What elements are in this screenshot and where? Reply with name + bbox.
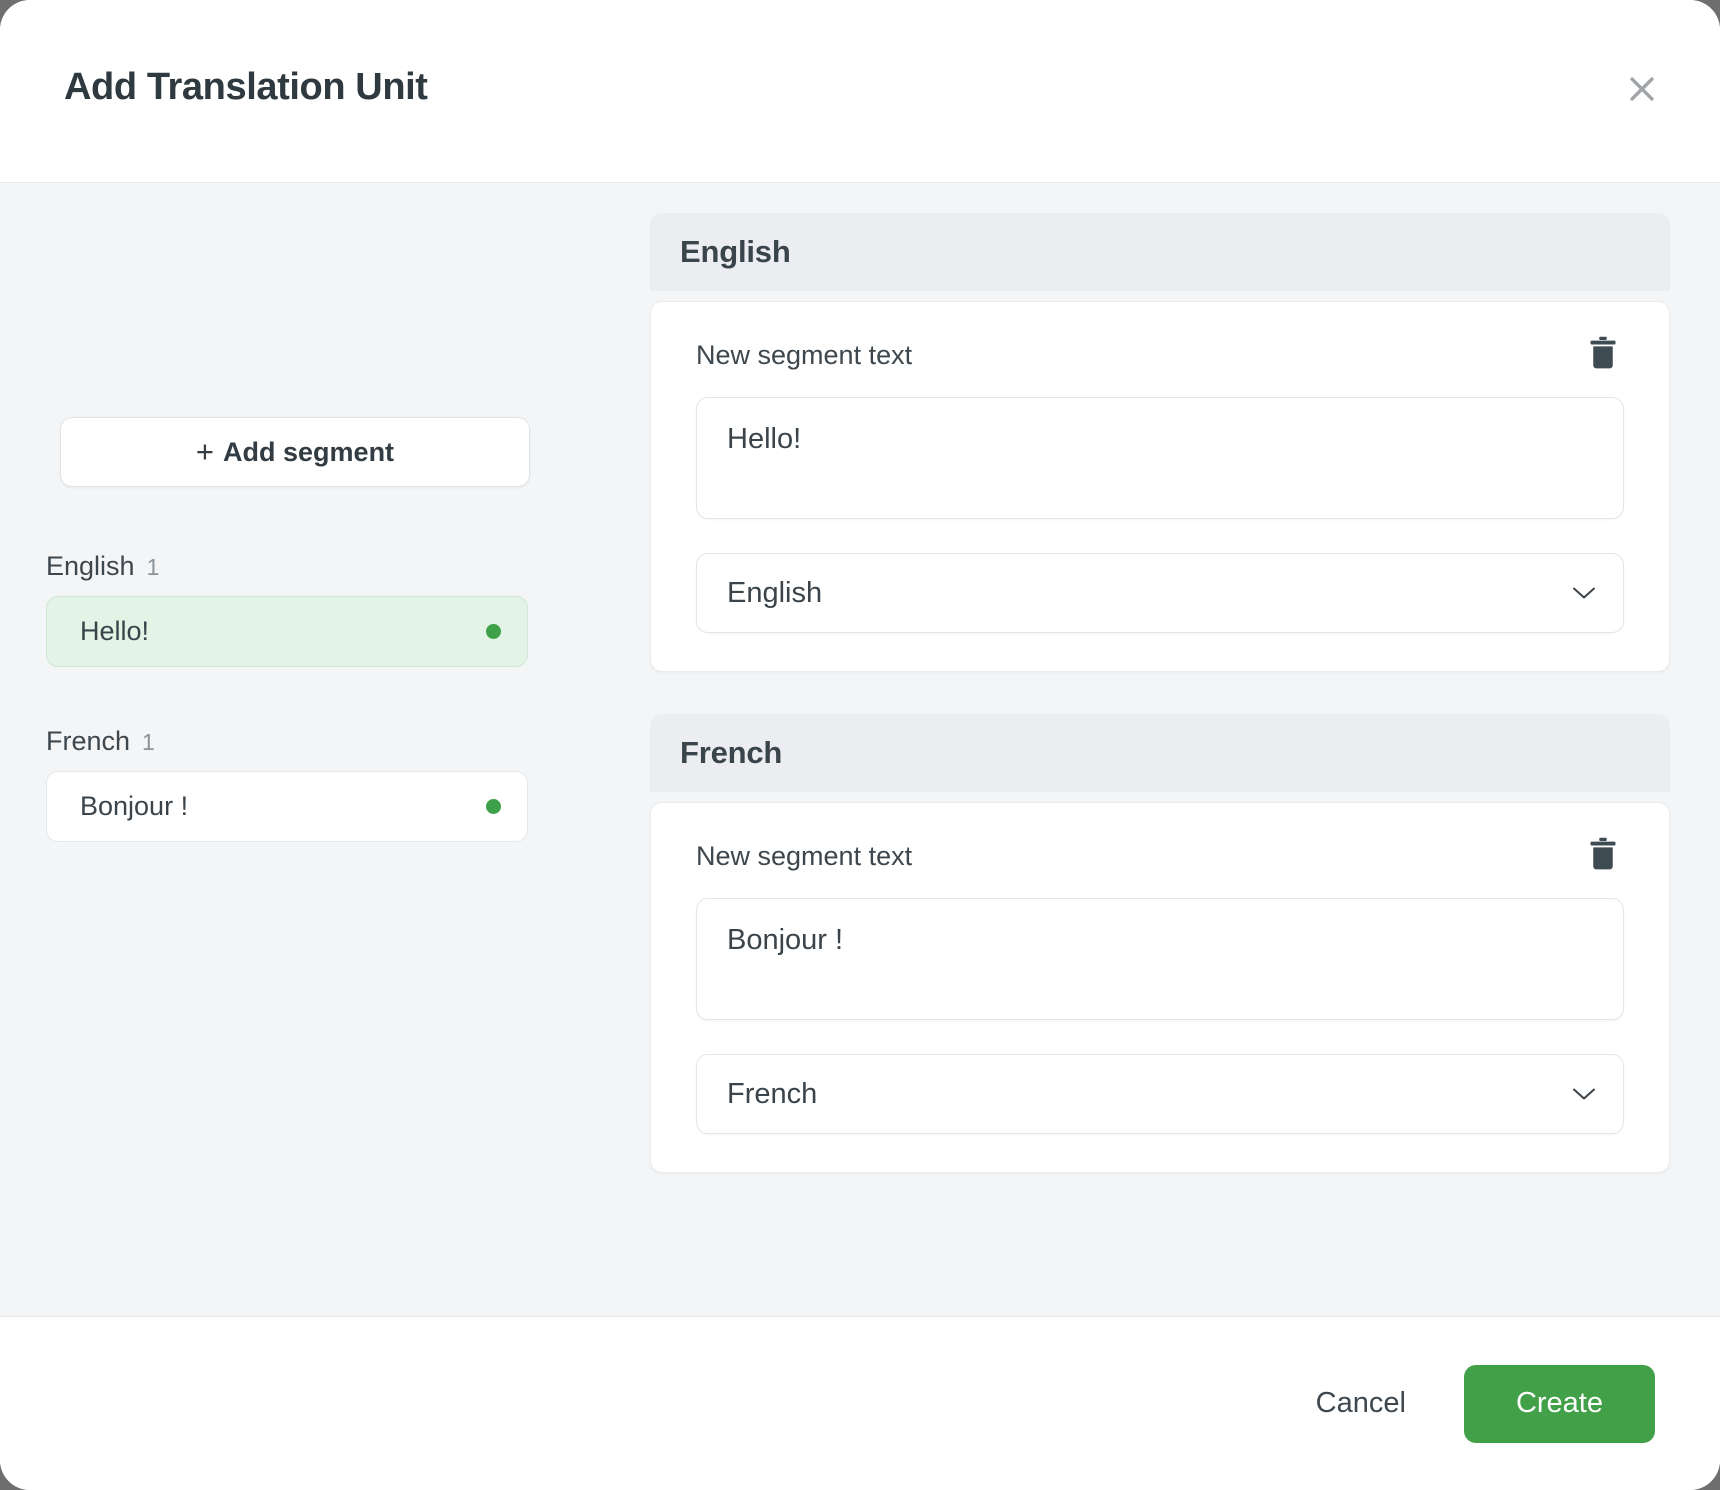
create-button[interactable]: Create: [1464, 1365, 1655, 1443]
sidebar-group-header: English 1: [0, 551, 650, 582]
status-dot-icon: [486, 624, 501, 639]
add-segment-label: Add segment: [223, 437, 394, 468]
sidebar-group-count: 1: [147, 554, 160, 581]
section-header: English: [650, 213, 1670, 291]
list-item[interactable]: Bonjour !: [46, 771, 528, 842]
add-translation-unit-dialog: Add Translation Unit + Add segment Engli…: [0, 0, 1720, 1490]
sidebar-group-header: French 1: [0, 726, 650, 757]
language-select[interactable]: English: [696, 553, 1624, 633]
delete-segment-button[interactable]: [1582, 336, 1624, 370]
trash-icon: [1588, 358, 1618, 373]
dialog-body: + Add segment English 1 Hello! French 1: [0, 183, 1720, 1316]
segment-item-text: Hello!: [80, 616, 486, 647]
language-select-wrap: French: [696, 1054, 1624, 1134]
sidebar-group-language: English: [46, 551, 135, 582]
segment-card-toprow: New segment text: [696, 336, 1624, 371]
segment-item-text: Bonjour !: [80, 791, 486, 822]
section-header-title: French: [680, 735, 782, 771]
editor-section-french: French New segment text: [650, 714, 1670, 1173]
segment-card: New segment text Bonjour !: [650, 802, 1670, 1173]
sidebar-group-french: French 1 Bonjour !: [0, 726, 650, 842]
cancel-button[interactable]: Cancel: [1310, 1377, 1412, 1430]
language-select[interactable]: French: [696, 1054, 1624, 1134]
dialog-header: Add Translation Unit: [0, 0, 1720, 183]
segment-text-label: New segment text: [696, 837, 912, 872]
segment-text-input[interactable]: Bonjour !: [696, 898, 1624, 1020]
segment-text-input[interactable]: Hello!: [696, 397, 1624, 519]
sidebar-group-english: English 1 Hello!: [0, 551, 650, 667]
section-header: French: [650, 714, 1670, 792]
language-select-wrap: English: [696, 553, 1624, 633]
sidebar-group-count: 1: [142, 729, 155, 756]
segment-card-toprow: New segment text: [696, 837, 1624, 872]
trash-icon: [1588, 859, 1618, 874]
sidebar-group-language: French: [46, 726, 130, 757]
plus-icon: +: [196, 436, 214, 467]
add-segment-button[interactable]: + Add segment: [60, 417, 530, 487]
status-dot-icon: [486, 799, 501, 814]
segment-text-label: New segment text: [696, 336, 912, 371]
delete-segment-button[interactable]: [1582, 837, 1624, 871]
segments-sidebar: + Add segment English 1 Hello! French 1: [0, 183, 650, 1316]
section-spacer: [650, 672, 1670, 714]
close-icon: [1625, 72, 1659, 106]
close-button[interactable]: [1611, 58, 1673, 120]
list-item[interactable]: Hello!: [46, 596, 528, 667]
segment-card: New segment text Hello!: [650, 301, 1670, 672]
dialog-title: Add Translation Unit: [64, 66, 428, 109]
section-header-title: English: [680, 234, 791, 270]
editor-section-english: English New segment text: [650, 213, 1670, 672]
dialog-footer: Cancel Create: [0, 1316, 1720, 1490]
segments-editor: English New segment text: [650, 183, 1720, 1316]
